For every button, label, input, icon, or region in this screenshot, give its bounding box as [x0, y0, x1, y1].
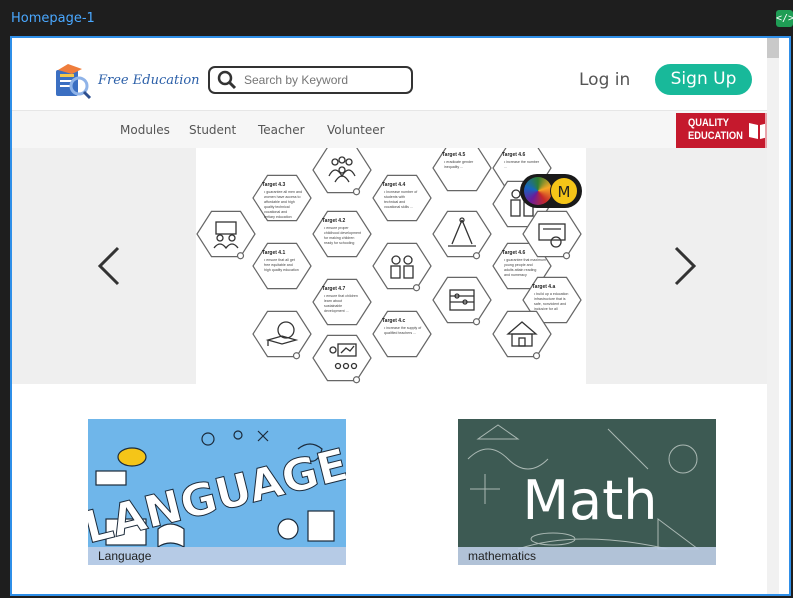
icon-hex — [432, 276, 492, 324]
chevron-left-icon[interactable] — [94, 244, 124, 288]
target-title: Target 4.4 — [382, 182, 405, 188]
target-text: for making children — [324, 236, 354, 240]
target-text: women have access to — [264, 195, 301, 199]
target-text: • increase the supply of — [384, 326, 421, 330]
module-card-mathematics[interactable]: Math mathematics — [458, 419, 716, 565]
logo-icon[interactable] — [52, 60, 92, 100]
target-title: Target 4.2 — [322, 218, 345, 224]
vertical-scrollbar[interactable] — [767, 38, 779, 594]
nav-item-volunteer[interactable]: Volunteer — [327, 123, 385, 137]
hex-connector-dot — [472, 252, 481, 260]
signup-button[interactable]: Sign Up — [655, 64, 752, 95]
target-text: vocational skills ... — [384, 205, 413, 209]
hex-connector-dot — [412, 284, 421, 292]
target-text: childhood development — [324, 231, 361, 235]
homepage: Free Education Log in Sign Up Modules St… — [12, 38, 779, 594]
target-text: • guarantee all men and — [264, 190, 302, 194]
target-text: safe, nonviolent and — [534, 302, 566, 306]
target-title: Target 4.3 — [262, 182, 285, 188]
target-text: • ensure proper — [324, 226, 349, 230]
editor-topbar: Homepage-1 </> — [0, 0, 793, 36]
target-text: • increase the number — [504, 160, 540, 164]
search-input[interactable] — [242, 72, 406, 88]
target-text: young people and — [504, 263, 533, 267]
target-text: • ensure that children — [324, 294, 358, 298]
icon-hex — [312, 146, 372, 194]
icon-hex — [252, 310, 312, 358]
target-text: • Increase number of — [384, 190, 417, 194]
scrollbar-thumb[interactable] — [767, 38, 779, 58]
quality-badge-line1: QUALITY — [688, 117, 730, 129]
hex-connector-dot — [532, 352, 541, 360]
target-text: inclusive for all — [534, 307, 558, 311]
quality-badge-line2: EDUCATION — [688, 130, 743, 142]
avatar[interactable] — [524, 177, 552, 205]
target-text: qualified teachers ... — [384, 331, 416, 335]
module-card-language[interactable]: LANGUAGE Language — [88, 419, 346, 565]
target-text: and numeracy — [504, 273, 527, 277]
icon-hex — [372, 242, 432, 290]
search-box[interactable] — [208, 66, 413, 94]
target-text: technical and — [384, 200, 405, 204]
hex-connector-dot — [472, 318, 481, 326]
card-label-language: Language — [88, 547, 346, 565]
card-label-mathematics: mathematics — [458, 547, 716, 565]
hex-connector-dot — [562, 252, 571, 260]
target-title: Target 4.c — [382, 318, 405, 324]
target-text: • ensure that all get — [264, 258, 295, 262]
hero-carousel: Target 4.3 • guarantee all men and women h… — [12, 144, 779, 384]
target-text: sustainable — [324, 304, 342, 308]
hex-connector-dot — [352, 376, 361, 384]
target-text: ready for schooling — [324, 241, 354, 245]
target-title: Target 4.a — [532, 284, 555, 290]
target-text: vocational and — [264, 210, 287, 214]
target-text: • eradicate gender — [444, 160, 474, 164]
target-text: ... — [504, 165, 507, 169]
nav-item-teacher[interactable]: Teacher — [258, 123, 305, 137]
target-text: affordable and high — [264, 200, 295, 204]
hex-connector-dot — [236, 252, 245, 260]
target-text: quality technical — [264, 205, 290, 209]
target-text: • build up a education — [534, 292, 568, 296]
math-chalkboard-image: Math — [458, 419, 716, 565]
homepage-frame: Free Education Log in Sign Up Modules St… — [10, 36, 791, 596]
target-text: infrastructure that is — [534, 297, 566, 301]
target-text: inequality ... — [444, 165, 463, 169]
target-text: tertiary education — [264, 215, 292, 219]
hex-connector-dot — [292, 352, 301, 360]
quality-education-badge[interactable]: QUALITY EDUCATION — [676, 113, 779, 148]
target-text: learn about — [324, 299, 342, 303]
chevron-right-icon[interactable] — [670, 244, 700, 288]
logo-text: Free Education — [98, 73, 200, 88]
target-title: Target 4.6 — [502, 250, 525, 256]
target-title: Target 4.5 — [442, 152, 465, 158]
target-text: development ... — [324, 309, 349, 313]
target-text: high quality education — [264, 268, 299, 272]
frame-name[interactable]: Homepage-1 — [11, 11, 95, 26]
target-text: free equitable and — [264, 263, 293, 267]
code-view-icon[interactable]: </> — [776, 10, 793, 27]
language-doodle-image: LANGUAGE — [88, 419, 346, 565]
search-icon[interactable] — [216, 69, 238, 91]
login-button[interactable]: Log in — [579, 70, 630, 90]
target-title: Target 4.6 — [502, 152, 525, 158]
target-title: Target 4.7 — [322, 286, 345, 292]
math-image-word: Math — [522, 469, 657, 532]
quality-badge-text: QUALITY EDUCATION — [688, 117, 743, 143]
target-title: Target 4.1 — [262, 250, 285, 256]
nav-item-modules[interactable]: Modules — [120, 123, 170, 137]
target-text: • guarantee that maximum — [504, 258, 546, 262]
main-nav: Modules Student Teacher Volunteer QUALIT… — [12, 110, 779, 149]
nav-item-student[interactable]: Student — [189, 123, 236, 137]
collaborator-avatars[interactable]: M — [520, 174, 582, 208]
icon-hex — [312, 334, 372, 382]
hex-connector-dot — [352, 188, 361, 196]
target-text: adults attain reading — [504, 268, 536, 272]
avatar-initial[interactable]: M — [550, 177, 578, 205]
target-text: students with — [384, 195, 405, 199]
site-header: Free Education Log in Sign Up — [12, 38, 779, 110]
